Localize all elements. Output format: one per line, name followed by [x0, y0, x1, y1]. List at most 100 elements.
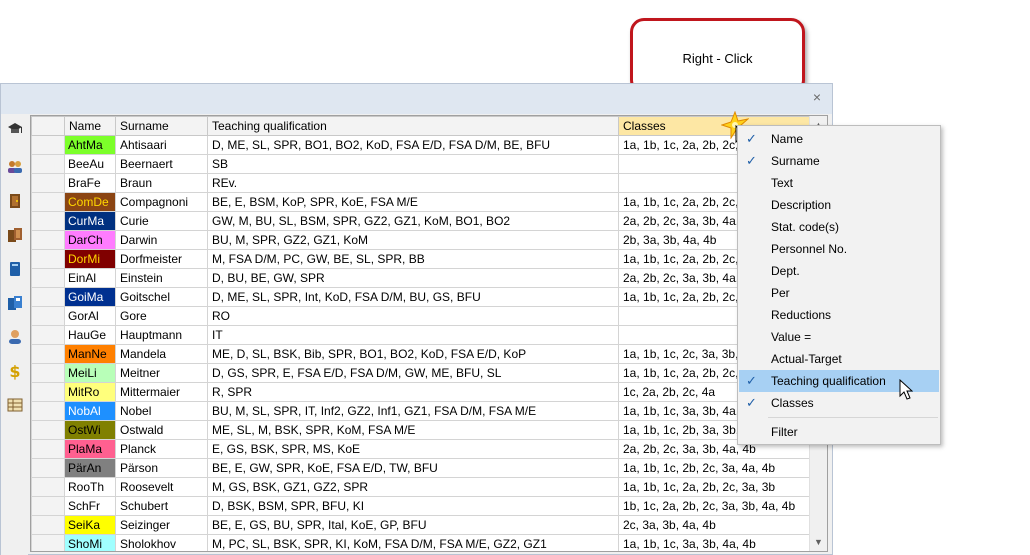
row-header[interactable]	[31, 496, 65, 516]
column-header-surname[interactable]: Surname	[115, 116, 208, 136]
menu-item-filter[interactable]: Filter	[739, 421, 939, 443]
cell-name[interactable]: RooTh	[64, 477, 116, 497]
cell-surname[interactable]: Schubert	[115, 496, 208, 516]
scroll-down-arrow[interactable]: ▼	[814, 537, 823, 547]
row-header[interactable]	[31, 154, 65, 174]
table-icon[interactable]	[4, 394, 26, 416]
teachers-icon[interactable]	[4, 156, 26, 178]
table-row[interactable]: ManNe Mandela ME, D, SL, BSK, Bib, SPR, BO…	[31, 344, 810, 364]
cell-qualification[interactable]: D, ME, SL, SPR, BO1, BO2, KoD, FSA E/D, …	[207, 135, 619, 155]
row-header[interactable]	[31, 401, 65, 421]
menu-item-value[interactable]: Value =	[739, 326, 939, 348]
cell-qualification[interactable]: BE, E, BSM, KoP, SPR, KoE, FSA M/E	[207, 192, 619, 212]
table-row[interactable]: DarCh Darwin BU, M, SPR, GZ2, GZ1, KoM 2b, …	[31, 230, 810, 250]
row-header[interactable]	[31, 325, 65, 345]
cell-name[interactable]: PlaMa	[64, 439, 116, 459]
table-row[interactable]: MeiLi Meitner D, GS, SPR, E, FSA E/D, FSA …	[31, 363, 810, 383]
cell-surname[interactable]: Mittermaier	[115, 382, 208, 402]
table-row[interactable]: NobAl Nobel BU, M, SL, SPR, IT, Inf2, GZ2,…	[31, 401, 810, 421]
cell-qualification[interactable]: RO	[207, 306, 619, 326]
table-row[interactable]: HauGe Hauptmann IT	[31, 325, 810, 345]
cell-name[interactable]: SchFr	[64, 496, 116, 516]
cell-classes[interactable]: 1a, 1b, 1c, 3a, 3b, 4a, 4b	[618, 534, 810, 551]
column-header-name[interactable]: Name	[64, 116, 116, 136]
cell-surname[interactable]: Sholokhov	[115, 534, 208, 551]
menu-item-stat-code-s[interactable]: Stat. code(s)	[739, 216, 939, 238]
table-row[interactable]: AhtMa Ahtisaari D, ME, SL, SPR, BO1, BO2, …	[31, 135, 810, 155]
cell-qualification[interactable]: D, BSK, BSM, SPR, BFU, KI	[207, 496, 619, 516]
cell-surname[interactable]: Planck	[115, 439, 208, 459]
cell-qualification[interactable]: BU, M, SL, SPR, IT, Inf2, GZ2, Inf1, GZ1…	[207, 401, 619, 421]
cell-qualification[interactable]: R, SPR	[207, 382, 619, 402]
person-icon[interactable]	[4, 326, 26, 348]
cell-qualification[interactable]: BU, M, SPR, GZ2, GZ1, KoM	[207, 230, 619, 250]
cell-surname[interactable]: Braun	[115, 173, 208, 193]
graduation-cap-icon[interactable]	[4, 118, 26, 140]
cell-qualification[interactable]: D, GS, SPR, E, FSA E/D, FSA D/M, GW, ME,…	[207, 363, 619, 383]
table-row[interactable]: CurMa Curie GW, M, BU, SL, BSM, SPR, GZ2, …	[31, 211, 810, 231]
cell-surname[interactable]: Compagnoni	[115, 192, 208, 212]
table-row[interactable]: PärAn Pärson BE, E, GW, SPR, KoE, FSA E/D,…	[31, 458, 810, 478]
row-header[interactable]	[31, 439, 65, 459]
cell-qualification[interactable]: BE, E, GS, BU, SPR, Ital, KoE, GP, BFU	[207, 515, 619, 535]
cell-qualification[interactable]: BE, E, GW, SPR, KoE, FSA E/D, TW, BFU	[207, 458, 619, 478]
book-icon[interactable]	[4, 258, 26, 280]
cell-name[interactable]: CurMa	[64, 211, 116, 231]
cell-name[interactable]: HauGe	[64, 325, 116, 345]
cell-name[interactable]: BeeAu	[64, 154, 116, 174]
menu-item-actual-target[interactable]: Actual-Target	[739, 348, 939, 370]
cell-surname[interactable]: Dorfmeister	[115, 249, 208, 269]
cell-qualification[interactable]: SB	[207, 154, 619, 174]
menu-item-name[interactable]: ✓ Name	[739, 128, 939, 150]
menu-item-description[interactable]: Description	[739, 194, 939, 216]
cell-qualification[interactable]: E, GS, BSK, SPR, MS, KoE	[207, 439, 619, 459]
cell-name[interactable]: GoiMa	[64, 287, 116, 307]
table-row[interactable]: RooTh Roosevelt M, GS, BSK, GZ1, GZ2, SPR 1…	[31, 477, 810, 497]
row-header[interactable]	[31, 287, 65, 307]
menu-item-reductions[interactable]: Reductions	[739, 304, 939, 326]
cell-name[interactable]: ComDe	[64, 192, 116, 212]
cell-qualification[interactable]: ME, D, SL, BSK, Bib, SPR, BO1, BO2, KoD,…	[207, 344, 619, 364]
row-header[interactable]	[31, 344, 65, 364]
row-header[interactable]	[31, 306, 65, 326]
cell-qualification[interactable]: M, PC, SL, BSK, SPR, KI, KoM, FSA D/M, F…	[207, 534, 619, 551]
dollar-icon[interactable]: $	[4, 360, 26, 382]
cell-name[interactable]: EinAl	[64, 268, 116, 288]
menu-item-text[interactable]: Text	[739, 172, 939, 194]
door-icon[interactable]	[4, 190, 26, 212]
menu-item-dept[interactable]: Dept.	[739, 260, 939, 282]
cell-name[interactable]: ManNe	[64, 344, 116, 364]
cell-classes[interactable]: 2c, 3a, 3b, 4a, 4b	[618, 515, 810, 535]
cell-name[interactable]: NobAl	[64, 401, 116, 421]
subjects-icon[interactable]	[4, 292, 26, 314]
menu-item-personnel-no[interactable]: Personnel No.	[739, 238, 939, 260]
classrooms-icon[interactable]	[4, 224, 26, 246]
cell-surname[interactable]: Goitschel	[115, 287, 208, 307]
cell-name[interactable]: DarCh	[64, 230, 116, 250]
row-header[interactable]	[31, 534, 65, 551]
cell-surname[interactable]: Darwin	[115, 230, 208, 250]
table-row[interactable]: GoiMa Goitschel D, ME, SL, SPR, Int, KoD, …	[31, 287, 810, 307]
cell-surname[interactable]: Pärson	[115, 458, 208, 478]
cell-surname[interactable]: Beernaert	[115, 154, 208, 174]
table-row[interactable]: ComDe Compagnoni BE, E, BSM, KoP, SPR, KoE…	[31, 192, 810, 212]
cell-name[interactable]: PärAn	[64, 458, 116, 478]
cell-name[interactable]: BraFe	[64, 173, 116, 193]
row-header[interactable]	[31, 458, 65, 478]
menu-item-per[interactable]: Per	[739, 282, 939, 304]
cell-surname[interactable]: Seizinger	[115, 515, 208, 535]
column-header-qualification[interactable]: Teaching qualification	[207, 116, 619, 136]
table-row[interactable]: PlaMa Planck E, GS, BSK, SPR, MS, KoE 2a, 2…	[31, 439, 810, 459]
row-header[interactable]	[31, 135, 65, 155]
row-header[interactable]	[31, 268, 65, 288]
cell-qualification[interactable]: IT	[207, 325, 619, 345]
row-header[interactable]	[31, 230, 65, 250]
row-header[interactable]	[31, 192, 65, 212]
table-row[interactable]: SeiKa Seizinger BE, E, GS, BU, SPR, Ital, …	[31, 515, 810, 535]
table-row[interactable]: EinAl Einstein D, BU, BE, GW, SPR 2a, 2b, 2…	[31, 268, 810, 288]
table-row[interactable]: ShoMi Sholokhov M, PC, SL, BSK, SPR, KI, K…	[31, 534, 810, 551]
cell-surname[interactable]: Ostwald	[115, 420, 208, 440]
row-header[interactable]	[31, 249, 65, 269]
close-icon[interactable]: ×	[810, 90, 824, 104]
cell-name[interactable]: AhtMa	[64, 135, 116, 155]
